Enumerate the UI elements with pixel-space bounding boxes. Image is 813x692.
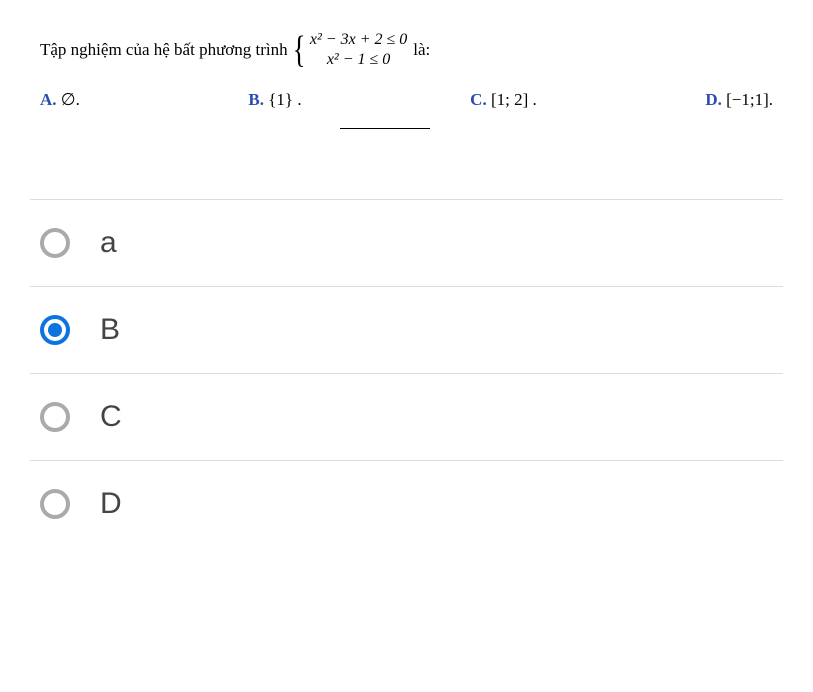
question-block: Tập nghiệm của hệ bất phương trình { x² … (0, 0, 813, 139)
answer-option-d-label: D (100, 487, 122, 521)
choice-a-label: A. (40, 90, 57, 109)
system-equations: x² − 3x + 2 ≤ 0 x² − 1 ≤ 0 (310, 30, 407, 70)
choice-a: A. ∅. (40, 90, 80, 110)
answer-option-a-label: a (100, 226, 117, 260)
answer-options: a B C D (30, 199, 783, 547)
radio-d[interactable] (40, 489, 70, 519)
question-prefix: Tập nghiệm của hệ bất phương trình (40, 39, 288, 61)
answer-option-b-label: B (100, 313, 120, 347)
system-line-1: x² − 3x + 2 ≤ 0 (310, 30, 407, 50)
answer-choices: A. ∅. B. {1} . C. [1; 2] . D. [−1;1]. (40, 90, 773, 114)
choice-d: D. [−1;1]. (705, 90, 773, 110)
radio-a[interactable] (40, 228, 70, 258)
divider-line (340, 128, 430, 129)
brace-icon: { (292, 31, 305, 69)
answer-option-a[interactable]: a (30, 199, 783, 286)
question-suffix: là: (413, 39, 430, 61)
choice-c: C. [1; 2] . (470, 90, 537, 110)
question-text: Tập nghiệm của hệ bất phương trình { x² … (40, 30, 773, 70)
answer-option-b[interactable]: B (30, 286, 783, 373)
choice-b-label: B. (248, 90, 264, 109)
choice-b: B. {1} . (248, 90, 301, 110)
choice-c-value: [1; 2] . (491, 90, 537, 109)
answer-option-c[interactable]: C (30, 373, 783, 460)
choice-b-value: {1} . (268, 90, 301, 109)
radio-b[interactable] (40, 315, 70, 345)
choice-d-label: D. (705, 90, 722, 109)
choice-d-value: [−1;1]. (726, 90, 773, 109)
choice-c-label: C. (470, 90, 487, 109)
system-line-2: x² − 1 ≤ 0 (310, 50, 407, 70)
choice-a-value: ∅. (61, 90, 80, 109)
answer-option-d[interactable]: D (30, 460, 783, 547)
radio-c[interactable] (40, 402, 70, 432)
answer-option-c-label: C (100, 400, 122, 434)
